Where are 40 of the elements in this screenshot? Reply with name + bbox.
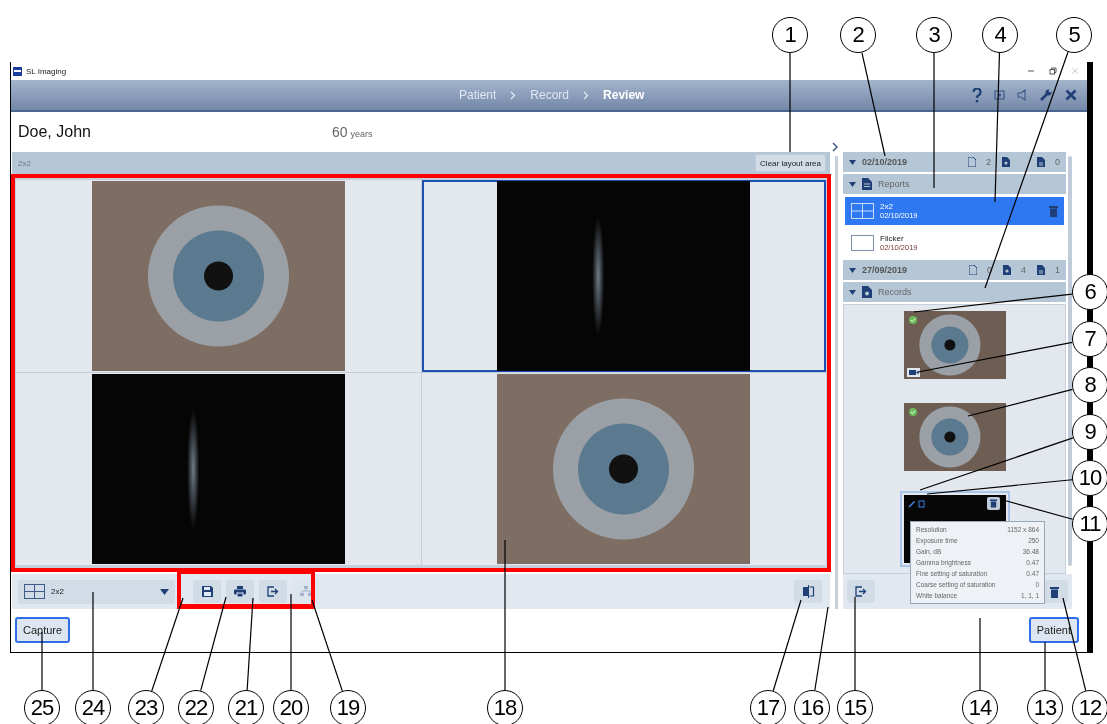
callout-number: 22 [178, 690, 214, 724]
callout-number: 15 [837, 690, 873, 724]
item-count: 1 [1055, 265, 1060, 275]
callout-number: 18 [487, 690, 523, 724]
callout-number: 1 [772, 17, 808, 53]
report-name: Flicker [880, 234, 905, 243]
callout-number: 11 [1072, 506, 1107, 542]
callout-number: 12 [1072, 690, 1107, 724]
patient-name: Doe, John [18, 123, 92, 141]
section-label: Records [878, 287, 912, 297]
callout-number: 7 [1072, 321, 1107, 357]
section-label: Reports [878, 179, 910, 189]
layout-title: 2x2 [18, 158, 31, 168]
callout-number: 10 [1072, 460, 1107, 496]
callout-number: 3 [916, 17, 952, 53]
item-count: 0 [1055, 157, 1060, 167]
callout-number: 13 [1027, 690, 1063, 724]
group-date: 02/10/2019 [862, 157, 908, 167]
item-count: 4 [1020, 265, 1026, 275]
callout-number: 24 [75, 690, 111, 724]
callout-number: 21 [228, 690, 264, 724]
report-name: 2x2 [880, 202, 894, 211]
callout-number: 25 [24, 690, 60, 724]
callout-number: 16 [794, 690, 830, 724]
window-title: SL Imaging [26, 66, 67, 76]
item-count: 2 [985, 157, 991, 167]
callout-number: 14 [962, 690, 998, 724]
callout-number: 17 [750, 690, 786, 724]
callout-number: 20 [273, 690, 309, 724]
callout-number: 4 [982, 17, 1018, 53]
callout-number: 9 [1072, 414, 1107, 450]
callout-number: 8 [1072, 367, 1107, 403]
age-unit: years [350, 129, 373, 139]
callout-number: 2 [840, 17, 876, 53]
callout-number: 5 [1056, 17, 1092, 53]
patient-age: 60 [332, 124, 348, 140]
callout-number: 19 [330, 690, 366, 724]
callout-number: 23 [128, 690, 164, 724]
callout-number: 6 [1072, 274, 1107, 310]
group-date: 27/09/2019 [862, 265, 908, 275]
